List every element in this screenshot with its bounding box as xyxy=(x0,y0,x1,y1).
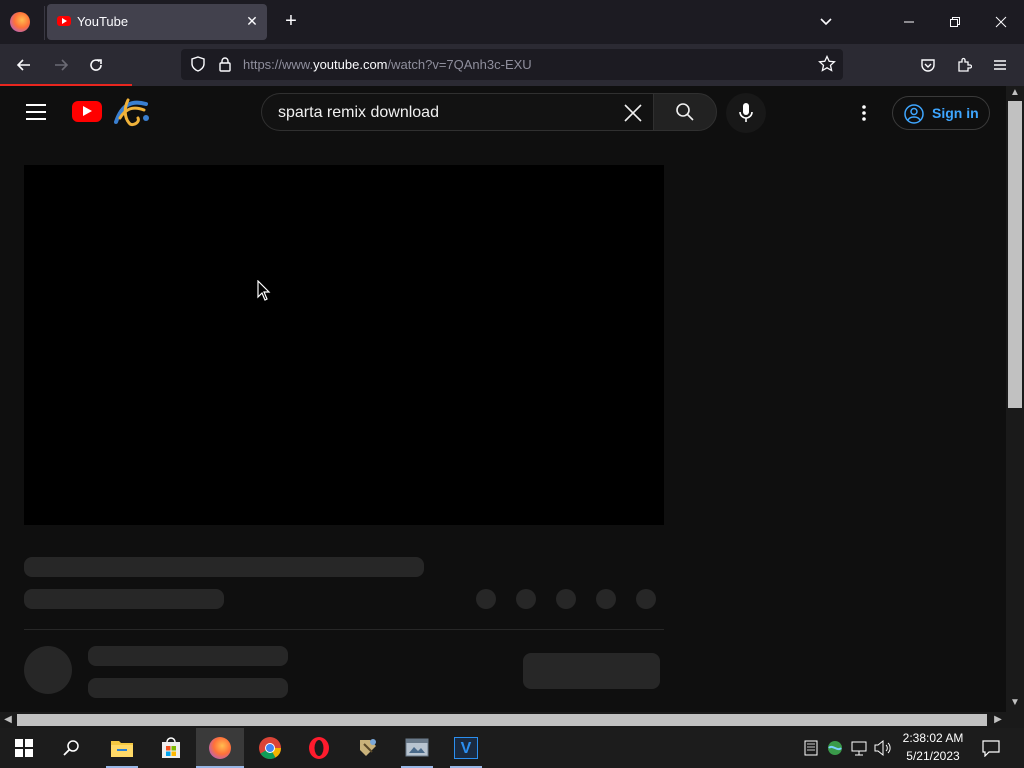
action-skeleton xyxy=(516,589,536,609)
hamburger-menu-icon[interactable] xyxy=(988,53,1012,77)
taskbar-microsoft-store[interactable] xyxy=(147,728,195,768)
sign-in-button[interactable]: Sign in xyxy=(892,96,990,130)
taskbar-clock-date[interactable]: 5/21/2023 xyxy=(888,749,978,763)
taskbar-app-window[interactable] xyxy=(393,728,441,768)
section-divider xyxy=(24,629,664,630)
page-loading-bar xyxy=(0,84,132,86)
search-query-text: sparta remix download xyxy=(278,104,439,121)
scroll-down-arrow-icon[interactable]: ▼ xyxy=(1009,697,1021,709)
browser-tab-strip: YouTube ✕ + xyxy=(0,0,1024,44)
action-skeleton xyxy=(596,589,616,609)
firefox-menu-icon[interactable] xyxy=(10,12,30,32)
firefox-icon xyxy=(209,737,231,759)
url-path: /watch?v=7QAnh3c-EXU xyxy=(387,57,532,72)
sign-in-label: Sign in xyxy=(932,105,979,121)
tab-divider xyxy=(44,6,45,40)
windows-logo-icon xyxy=(15,739,33,757)
windows-taskbar: V 2:38:02 AM 5/21/2023 xyxy=(0,728,1024,768)
youtube-logo-icon[interactable] xyxy=(72,101,102,122)
address-bar[interactable]: https://www.youtube.com/watch?v=7QAnh3c-… xyxy=(181,49,843,80)
title-skeleton xyxy=(24,557,424,577)
taskbar-search-button[interactable] xyxy=(48,728,96,768)
search-button[interactable] xyxy=(653,93,717,131)
tool-app-icon xyxy=(360,739,376,756)
chrome-icon xyxy=(259,737,281,759)
meta-skeleton xyxy=(24,589,224,609)
taskbar-clock-time[interactable]: 2:38:02 AM xyxy=(888,731,978,745)
taskbar-opera[interactable] xyxy=(295,728,343,768)
clear-search-icon[interactable] xyxy=(620,100,646,126)
window-app-icon xyxy=(405,738,429,757)
back-arrow-icon[interactable] xyxy=(12,53,36,77)
microphone-icon xyxy=(737,102,755,124)
minimize-window-icon[interactable] xyxy=(894,8,924,36)
subscribe-skeleton xyxy=(523,653,660,689)
url-domain: youtube.com xyxy=(313,57,388,72)
tray-keyboard-icon[interactable] xyxy=(804,740,818,756)
scroll-left-arrow-icon[interactable]: ◀ xyxy=(2,714,14,726)
extensions-puzzle-icon[interactable] xyxy=(952,53,976,77)
tab-close-icon[interactable]: ✕ xyxy=(243,12,261,30)
tab-youtube[interactable]: YouTube ✕ xyxy=(47,4,267,40)
lock-icon[interactable] xyxy=(214,53,236,75)
tracking-protection-shield-icon[interactable] xyxy=(187,53,209,75)
new-tab-button[interactable]: + xyxy=(280,10,302,32)
action-skeleton xyxy=(636,589,656,609)
account-icon xyxy=(903,103,925,125)
folder-icon xyxy=(111,741,133,757)
forward-arrow-icon[interactable] xyxy=(49,53,73,77)
bookmark-star-icon[interactable] xyxy=(816,53,838,75)
scroll-right-arrow-icon[interactable]: ▶ xyxy=(992,714,1004,726)
vertical-scrollbar-thumb[interactable] xyxy=(1008,101,1022,408)
taskbar-firefox[interactable] xyxy=(196,728,244,768)
url-prefix: https://www. xyxy=(243,57,314,72)
channel-name-skeleton xyxy=(88,646,288,666)
action-skeleton xyxy=(556,589,576,609)
scroll-up-arrow-icon[interactable]: ▲ xyxy=(1009,87,1021,99)
search-icon xyxy=(675,102,695,122)
search-input[interactable]: sparta remix download xyxy=(261,93,653,131)
horizontal-scrollbar-thumb[interactable] xyxy=(17,714,987,726)
scrollbar-corner xyxy=(1006,712,1024,728)
guide-menu-icon[interactable] xyxy=(26,104,46,120)
url-text[interactable]: https://www.youtube.com/watch?v=7QAnh3c-… xyxy=(243,57,532,72)
reload-icon[interactable] xyxy=(84,53,108,77)
mouse-cursor xyxy=(256,279,272,302)
taskbar-app-v[interactable]: V xyxy=(442,728,490,768)
opera-icon xyxy=(309,737,329,759)
taskbar-file-explorer[interactable] xyxy=(98,728,146,768)
close-window-icon[interactable] xyxy=(986,8,1016,36)
youtube-favicon-icon xyxy=(57,16,71,26)
voice-search-button[interactable] xyxy=(726,93,766,133)
channel-subs-skeleton xyxy=(88,678,288,698)
browser-nav-bar: https://www.youtube.com/watch?v=7QAnh3c-… xyxy=(0,44,1024,86)
tray-network-app-icon[interactable] xyxy=(826,739,844,757)
taskbar-app-tool[interactable] xyxy=(344,728,392,768)
video-player[interactable] xyxy=(24,165,664,525)
youtube-doodle-icon[interactable] xyxy=(110,96,152,128)
start-button[interactable] xyxy=(0,728,48,768)
settings-more-icon[interactable] xyxy=(856,101,872,125)
taskbar-chrome[interactable] xyxy=(246,728,294,768)
tray-network-icon[interactable] xyxy=(850,739,868,757)
store-bag-icon xyxy=(162,737,180,758)
list-all-tabs-icon[interactable] xyxy=(811,8,841,36)
action-skeleton xyxy=(476,589,496,609)
search-icon xyxy=(63,740,79,756)
v-app-icon: V xyxy=(454,737,478,759)
restore-window-icon[interactable] xyxy=(940,8,970,36)
tab-title: YouTube xyxy=(77,14,129,29)
pocket-icon[interactable] xyxy=(916,53,940,77)
channel-avatar-skeleton xyxy=(24,646,72,694)
action-center-icon[interactable] xyxy=(982,739,1000,758)
